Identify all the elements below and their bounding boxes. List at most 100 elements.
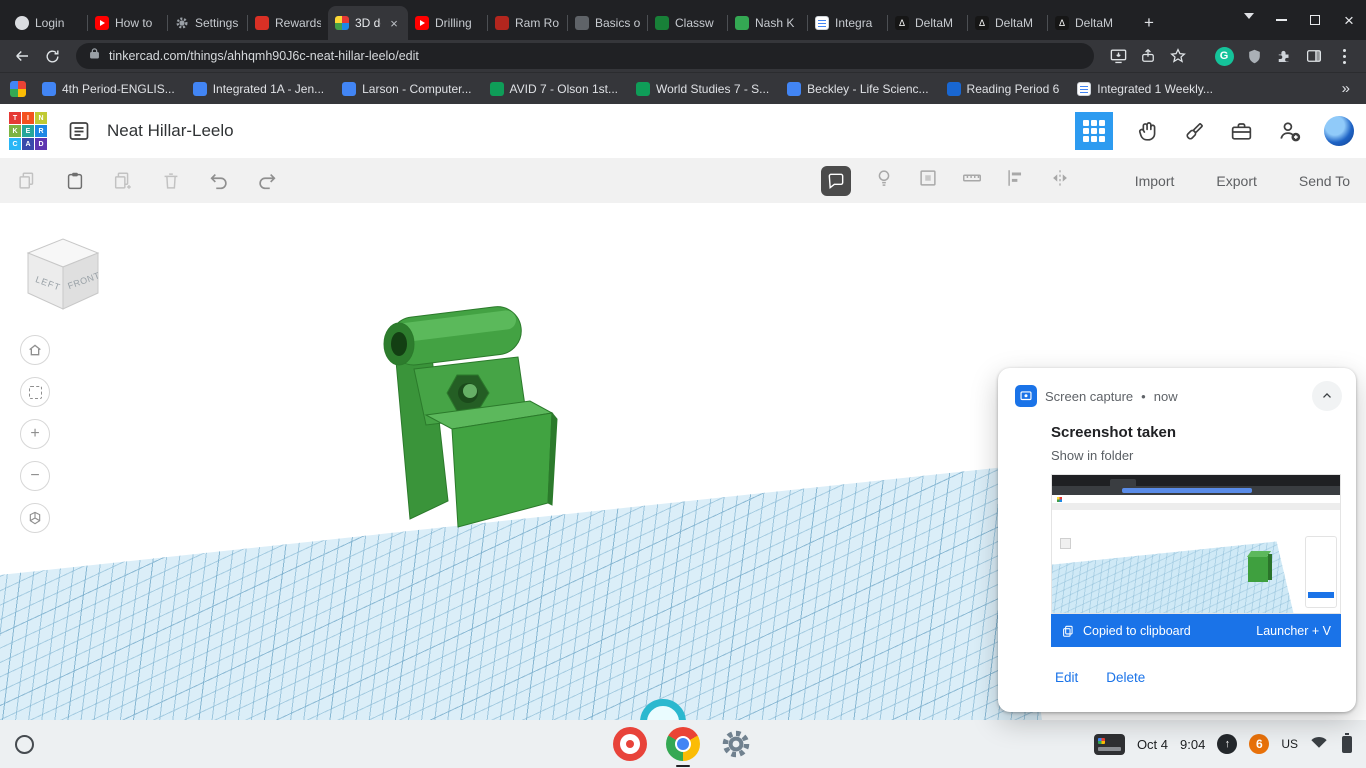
browser-tab-active[interactable]: 3D des xyxy=(328,6,408,40)
bookmark-label: Reading Period 6 xyxy=(967,82,1060,96)
align-tool-icon[interactable] xyxy=(1005,167,1027,194)
bookmark-item[interactable]: 4th Period-ENGLIS... xyxy=(34,79,183,99)
browser-tab[interactable]: Settings xyxy=(168,6,248,40)
tab-close-icon[interactable] xyxy=(387,16,401,30)
kebab-menu-icon[interactable] xyxy=(1330,42,1358,70)
tab-search-chevron-icon[interactable] xyxy=(1244,13,1254,19)
mirror-tool-icon[interactable] xyxy=(1049,167,1071,194)
avatar[interactable] xyxy=(1324,116,1354,146)
install-icon[interactable] xyxy=(1104,42,1132,70)
tab-favicon xyxy=(15,16,29,30)
tray-date[interactable]: Oct 4 xyxy=(1137,737,1168,752)
browser-tab[interactable]: Basics o xyxy=(568,6,648,40)
workplane-tool-icon[interactable] xyxy=(917,167,939,194)
undo-icon[interactable] xyxy=(208,170,230,192)
home-view-button[interactable] xyxy=(20,335,50,365)
extensions-puzzle-icon[interactable] xyxy=(1270,42,1298,70)
minimize-button[interactable] xyxy=(1264,0,1298,40)
bookmarks-overflow-chevron[interactable]: » xyxy=(1336,80,1356,97)
chrome-app-icon[interactable] xyxy=(666,727,700,761)
show-in-folder-link[interactable]: Show in folder xyxy=(1051,448,1356,463)
notification-time: now xyxy=(1154,389,1178,404)
refresh-button[interactable] xyxy=(38,42,66,70)
browser-tab[interactable]: Rewards xyxy=(248,6,328,40)
edit-button[interactable]: Edit xyxy=(1055,670,1078,685)
tab-label: Basics o xyxy=(595,16,641,30)
browser-tab[interactable]: DeltaM xyxy=(1048,6,1128,40)
browser-tab[interactable]: DeltaM xyxy=(888,6,968,40)
grammarly-icon[interactable] xyxy=(1210,42,1238,70)
tab-label: Rewards xyxy=(275,16,321,30)
apps-grid-button[interactable] xyxy=(1075,112,1113,150)
new-tab-button[interactable]: + xyxy=(1136,10,1162,36)
lightbulb-icon[interactable] xyxy=(873,167,895,194)
redo-icon[interactable] xyxy=(256,170,278,192)
zoom-out-button[interactable] xyxy=(20,461,50,491)
briefcase-icon[interactable] xyxy=(1229,119,1254,144)
duplicate-icon[interactable] xyxy=(112,170,134,192)
bookmark-item[interactable]: Integrated 1A - Jen... xyxy=(185,79,332,99)
settings-gear-icon[interactable] xyxy=(719,727,753,761)
bookmark-item[interactable]: Larson - Computer... xyxy=(334,79,479,99)
maximize-button[interactable] xyxy=(1298,0,1332,40)
share-icon[interactable] xyxy=(1134,42,1162,70)
send-to-button[interactable]: Send To xyxy=(1299,173,1350,189)
bookmark-item[interactable]: World Studies 7 - S... xyxy=(628,79,777,99)
tinker-glove-icon[interactable] xyxy=(1135,119,1160,144)
dot-separator: • xyxy=(1141,389,1146,404)
browser-tab[interactable]: How to xyxy=(88,6,168,40)
browser-tab[interactable]: Drilling xyxy=(408,6,488,40)
ruler-tool-icon[interactable] xyxy=(961,167,983,194)
view-cube[interactable]: LEFT FRONT xyxy=(20,229,106,315)
tray-time[interactable]: 9:04 xyxy=(1180,737,1205,752)
tab-label: How to xyxy=(115,16,161,30)
tinkercad-logo[interactable]: TINKERCAD xyxy=(9,112,47,150)
notification-count-badge[interactable]: 6 xyxy=(1249,734,1269,754)
side-panel-icon[interactable] xyxy=(1300,42,1328,70)
tab-label: DeltaM xyxy=(1075,16,1121,30)
fit-view-button[interactable] xyxy=(20,377,50,407)
wifi-icon xyxy=(1310,734,1328,754)
screenshot-thumbnail[interactable] xyxy=(1051,474,1341,614)
logo-tile: R xyxy=(35,125,47,137)
arrow-circle-icon[interactable] xyxy=(1217,734,1237,754)
screen-capture-notification[interactable]: Screen capture • now Screenshot taken Sh… xyxy=(998,368,1356,712)
bookmark-star-icon[interactable] xyxy=(1164,42,1192,70)
tab-label: Ram Ro xyxy=(515,16,561,30)
delete-button[interactable]: Delete xyxy=(1106,670,1145,685)
bookmark-item[interactable]: AVID 7 - Olson 1st... xyxy=(482,79,626,99)
logo-tile: N xyxy=(35,112,47,124)
bookmark-item[interactable]: Reading Period 6 xyxy=(939,79,1068,99)
tab-favicon xyxy=(735,16,749,30)
paste-icon[interactable] xyxy=(64,170,86,192)
browser-tab[interactable]: DeltaM xyxy=(968,6,1048,40)
shield-icon[interactable] xyxy=(1240,42,1268,70)
perspective-toggle-button[interactable] xyxy=(20,503,50,533)
notes-tool-active[interactable] xyxy=(821,166,851,196)
close-window-button[interactable] xyxy=(1332,0,1366,40)
design-menu-icon[interactable] xyxy=(67,119,91,143)
bookmark-item[interactable]: Beckley - Life Scienc... xyxy=(779,79,936,99)
import-button[interactable]: Import xyxy=(1135,173,1175,189)
omnibox[interactable]: tinkercad.com/things/ahhqmh90J6c-neat-hi… xyxy=(76,43,1094,69)
toolbox-icon[interactable] xyxy=(1182,119,1207,144)
status-tray[interactable]: Oct 4 9:04 6 US xyxy=(1094,734,1366,755)
export-button[interactable]: Export xyxy=(1216,173,1256,189)
screen-preview-icon[interactable] xyxy=(1094,734,1125,755)
browser-tab[interactable]: Nash K xyxy=(728,6,808,40)
app-icon-red[interactable] xyxy=(613,727,647,761)
collapse-notification-button[interactable] xyxy=(1312,381,1342,411)
back-button[interactable] xyxy=(8,42,36,70)
browser-tab[interactable]: Integra xyxy=(808,6,888,40)
apps-shortcut-icon[interactable] xyxy=(10,81,26,97)
browser-tab[interactable]: Ram Ro xyxy=(488,6,568,40)
zoom-in-button[interactable] xyxy=(20,419,50,449)
input-method-indicator[interactable]: US xyxy=(1281,737,1298,751)
bookmark-item[interactable]: Integrated 1 Weekly... xyxy=(1069,79,1221,99)
browser-tab[interactable]: Classw xyxy=(648,6,728,40)
launcher-button[interactable] xyxy=(15,735,34,754)
invite-person-icon[interactable] xyxy=(1276,118,1302,144)
delete-icon[interactable] xyxy=(160,170,182,192)
browser-tab[interactable]: Login xyxy=(8,6,88,40)
copy-icon[interactable] xyxy=(16,170,38,192)
